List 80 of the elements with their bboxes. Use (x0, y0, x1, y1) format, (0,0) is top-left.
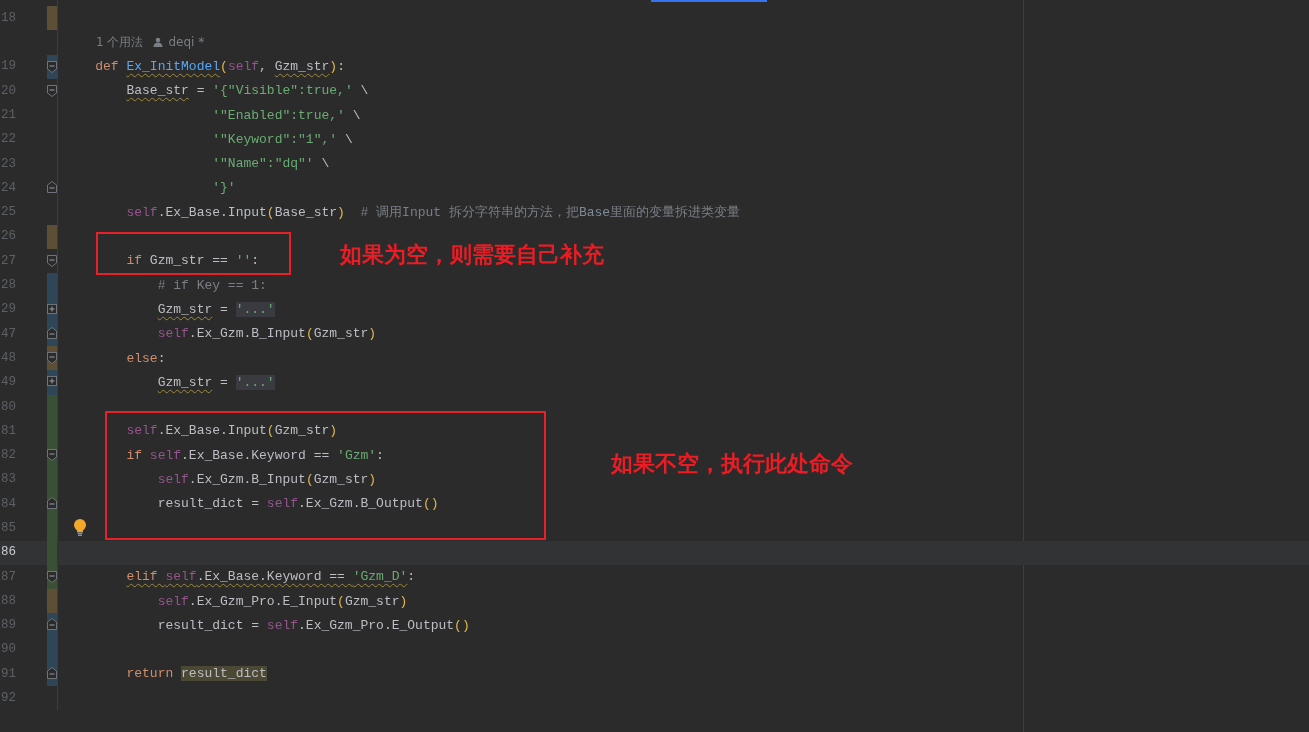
line-number: 23 (0, 155, 16, 173)
line-number: 85 (0, 520, 16, 537)
author-hint[interactable]: deqi * (168, 33, 205, 52)
line-number: 47 (0, 325, 16, 343)
line-number: 81 (0, 422, 16, 440)
line-number: 86 (0, 544, 16, 562)
change-marker[interactable] (47, 564, 57, 590)
code-line: elif self.Ex_Base.Keyword == 'Gzm_D': (125, 568, 416, 587)
code-line: self.Ex_Base.Input(Gzm_str) (125, 422, 338, 441)
line-number: 48 (0, 349, 16, 367)
lightbulb-icon[interactable] (73, 519, 87, 537)
fold-end-icon[interactable] (47, 618, 57, 631)
line-number: 89 (0, 617, 16, 635)
fold-icon[interactable] (47, 570, 57, 583)
line-number: 84 (0, 495, 16, 513)
line-number: 87 (0, 568, 16, 586)
change-marker[interactable] (47, 54, 57, 79)
change-marker[interactable] (47, 589, 57, 614)
fold-end-icon[interactable] (47, 496, 57, 509)
change-marker[interactable] (47, 394, 57, 420)
fold-end-icon[interactable] (47, 667, 57, 679)
code-line: '"Keyword":"1",' \ (211, 130, 353, 149)
line-number: 26 (0, 228, 16, 246)
fold-icon[interactable] (47, 254, 57, 267)
line-number: 88 (0, 592, 16, 610)
code-line: if self.Ex_Base.Keyword == 'Gzm': (125, 446, 384, 465)
change-marker[interactable] (47, 662, 57, 687)
code-line: Gzm_str = '...' (156, 373, 275, 392)
line-number: 83 (0, 471, 16, 489)
line-number: 19 (0, 58, 16, 76)
line-number: 28 (0, 277, 16, 295)
annotation-text: 如果不空，执行此处命令 (611, 451, 853, 478)
fold-icon[interactable] (47, 60, 57, 73)
person-icon (153, 37, 164, 48)
code-line: result_dict = self.Ex_Gzm.B_Output() (156, 495, 439, 514)
expand-icon[interactable] (47, 376, 57, 387)
fold-icon[interactable] (47, 84, 57, 97)
code-line: self.Ex_Base.Input(Base_str) # 调用Input 拆分字符串的方法，把Base里面的变量拆进类变量 (125, 203, 741, 222)
line-number: 21 (0, 106, 16, 124)
change-marker[interactable] (47, 224, 57, 249)
fold-end-icon[interactable] (47, 181, 57, 194)
line-number: 29 (0, 301, 16, 319)
code-line: Base_str = '{"Visible":true,' \ (125, 82, 369, 101)
line-number: 24 (0, 179, 16, 197)
change-marker[interactable] (47, 321, 57, 347)
code-line: if Gzm_str == '': (125, 252, 260, 271)
expand-icon[interactable] (47, 303, 57, 314)
code-line: Gzm_str = '...' (156, 300, 275, 319)
line-number: 25 (0, 204, 16, 222)
line-number: 90 (0, 641, 16, 659)
code-line: else: (125, 349, 166, 368)
change-marker[interactable] (47, 346, 57, 371)
line-number: 92 (0, 690, 16, 708)
fold-icon[interactable] (47, 449, 57, 462)
line-number: 20 (0, 82, 16, 100)
change-marker[interactable] (47, 613, 57, 638)
change-marker[interactable] (47, 370, 57, 395)
code-line: '}' (211, 179, 236, 198)
line-number: 27 (0, 252, 16, 270)
change-marker[interactable] (47, 273, 57, 298)
code-line: return result_dict (125, 665, 267, 684)
line-number: 91 (0, 665, 16, 683)
line-number: 80 (0, 398, 16, 416)
usages-hint[interactable]: 1 个用法 (96, 33, 144, 52)
line-number: 22 (0, 131, 16, 149)
line-number: 49 (0, 374, 16, 392)
fold-end-icon[interactable] (47, 326, 57, 339)
fold-icon[interactable] (47, 352, 57, 365)
change-marker[interactable] (47, 6, 57, 31)
annotation-text: 如果为空，则需要自己补充 (340, 242, 604, 269)
line-number: 82 (0, 447, 16, 465)
code-line: # if Key == 1: (156, 276, 267, 295)
line-number: 18 (0, 9, 16, 27)
code-line: '"Enabled":true,' \ (211, 106, 361, 125)
code-line: '"Name":"dq"' \ (211, 155, 330, 174)
code-line: self.Ex_Gzm.B_Input(Gzm_str) (156, 325, 377, 344)
code-line: self.Ex_Gzm_Pro.E_Input(Gzm_str) (156, 592, 408, 611)
code-line: self.Ex_Gzm.B_Input(Gzm_str) (156, 471, 377, 490)
code-line: def Ex_InitModel(self, Gzm_str): (94, 58, 345, 76)
code-line: result_dict = self.Ex_Gzm_Pro.E_Output() (156, 616, 470, 635)
